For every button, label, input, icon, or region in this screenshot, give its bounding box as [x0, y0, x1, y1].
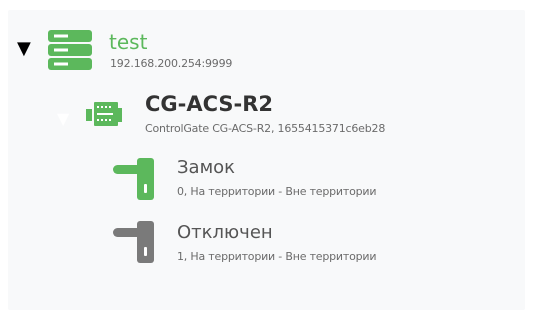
door-handle-icon — [113, 156, 159, 202]
controller-name: CG-ACS-R2 — [145, 92, 274, 116]
door-handle-icon — [113, 219, 159, 265]
lock-name: Отключен — [177, 222, 273, 243]
expand-toggle-controller[interactable]: ▼ — [57, 110, 69, 128]
controller-details: ControlGate CG-ACS-R2, 1655415371c6eb28 — [145, 122, 386, 135]
lock-name: Замок — [177, 157, 236, 178]
server-icon — [46, 30, 96, 70]
expand-toggle-server[interactable]: ▼ — [17, 40, 31, 58]
server-address: 192.168.200.254:9999 — [110, 57, 233, 70]
lock-details: 0, На территории - Вне территории — [177, 185, 377, 198]
lock-details: 1, На территории - Вне территории — [177, 250, 377, 263]
network-card-icon — [86, 99, 122, 129]
server-name: test — [109, 30, 148, 54]
